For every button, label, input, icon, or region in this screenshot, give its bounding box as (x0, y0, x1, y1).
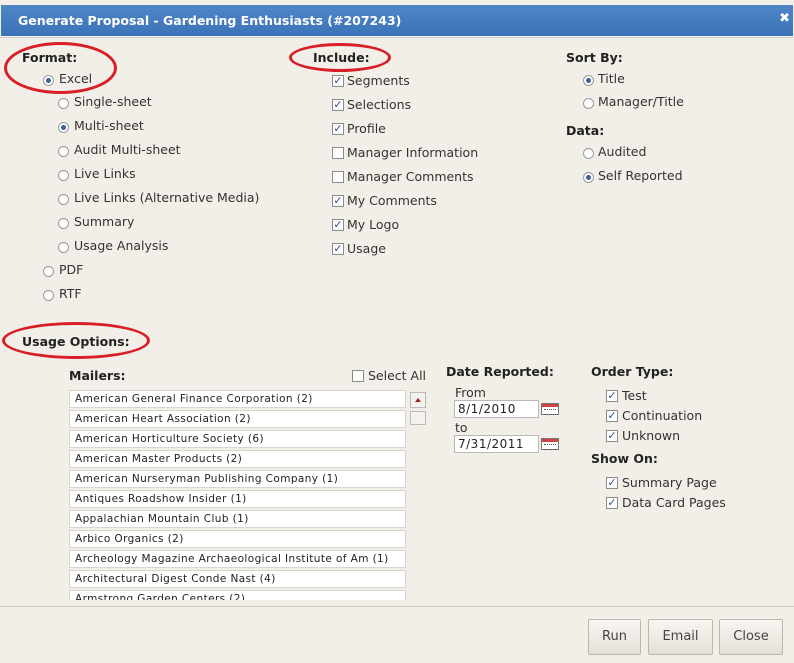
include-my-comments-label: My Comments (347, 193, 437, 208)
list-item[interactable]: Archeology Magazine Archaeological Insti… (69, 550, 406, 568)
select-all-checkbox[interactable] (352, 370, 364, 382)
excel-usage-analysis-radio[interactable] (58, 242, 69, 253)
order-type-heading: Order Type: (591, 364, 674, 379)
list-item[interactable]: American Heart Association (2) (69, 410, 406, 428)
list-item[interactable]: Appalachian Mountain Club (1) (69, 510, 406, 528)
data-audited-label: Audited (598, 144, 647, 159)
dialog-title: Generate Proposal - Gardening Enthusiast… (18, 13, 402, 28)
include-manager-information-label: Manager Information (347, 145, 479, 160)
list-item[interactable]: American Horticulture Society (6) (69, 430, 406, 448)
include-profile-label: Profile (347, 121, 386, 136)
close-button[interactable]: Close (719, 619, 783, 655)
order-test-checkbox[interactable]: ✓ (606, 390, 618, 402)
select-all-label: Select All (368, 368, 427, 383)
show-data-card-pages-checkbox[interactable]: ✓ (606, 497, 618, 509)
list-item[interactable]: Arbico Organics (2) (69, 530, 406, 548)
include-my-comments-checkbox[interactable]: ✓ (332, 195, 344, 207)
excel-usage-analysis-label: Usage Analysis (74, 238, 169, 253)
date-from-input[interactable]: 8/1/2010 (454, 400, 539, 418)
calendar-icon[interactable] (541, 438, 559, 450)
format-pdf-radio[interactable] (43, 266, 54, 277)
scrollbar-thumb[interactable] (410, 411, 426, 425)
data-self-reported-radio[interactable] (583, 172, 594, 183)
excel-live-links-alt-radio[interactable] (58, 194, 69, 205)
show-on-heading: Show On: (591, 451, 658, 466)
titlebar-band: Generate Proposal - Gardening Enthusiast… (1, 5, 793, 36)
date-to-input[interactable]: 7/31/2011 (454, 435, 539, 453)
include-profile-checkbox[interactable]: ✓ (332, 123, 344, 135)
mailers-list[interactable]: American General Finance Corporation (2)… (69, 387, 426, 600)
show-data-card-pages-label: Data Card Pages (622, 495, 726, 510)
date-from-label: From (455, 385, 486, 400)
sort-title-radio[interactable] (583, 75, 594, 86)
format-heading: Format: (22, 50, 78, 65)
email-button[interactable]: Email (648, 619, 713, 655)
date-reported-heading: Date Reported: (446, 364, 554, 379)
scroll-up-button[interactable] (410, 392, 426, 408)
format-pdf-label: PDF (59, 262, 84, 277)
list-item[interactable]: American Nurseryman Publishing Company (… (69, 470, 406, 488)
excel-summary-label: Summary (74, 214, 135, 229)
show-summary-page-checkbox[interactable]: ✓ (606, 477, 618, 489)
excel-multi-sheet-radio[interactable] (58, 122, 69, 133)
list-item[interactable]: Antiques Roadshow Insider (1) (69, 490, 406, 508)
include-my-logo-checkbox[interactable]: ✓ (332, 219, 344, 231)
run-button[interactable]: Run (588, 619, 641, 655)
data-audited-radio[interactable] (583, 148, 594, 159)
list-item[interactable]: Armstrong Garden Centers (2) (69, 590, 406, 600)
data-self-reported-label: Self Reported (598, 168, 683, 183)
format-excel-radio[interactable] (43, 75, 54, 86)
scroll-up-arrow-icon (415, 398, 421, 402)
include-heading: Include: (313, 50, 370, 65)
include-selections-label: Selections (347, 97, 412, 112)
excel-single-sheet-radio[interactable] (58, 98, 69, 109)
data-heading: Data: (566, 123, 605, 138)
include-usage-label: Usage (347, 241, 386, 256)
mailers-heading: Mailers: (69, 368, 126, 383)
excel-live-links-label: Live Links (74, 166, 136, 181)
close-icon[interactable]: ✖ (779, 11, 790, 26)
include-manager-comments-label: Manager Comments (347, 169, 474, 184)
include-manager-information-checkbox[interactable] (332, 147, 344, 159)
calendar-icon[interactable] (541, 403, 559, 415)
list-item[interactable]: Architectural Digest Conde Nast (4) (69, 570, 406, 588)
sort-title-label: Title (598, 71, 625, 86)
order-continuation-label: Continuation (622, 408, 703, 423)
format-rtf-radio[interactable] (43, 290, 54, 301)
sort-by-heading: Sort By: (566, 50, 623, 65)
include-manager-comments-checkbox[interactable] (332, 171, 344, 183)
include-my-logo-label: My Logo (347, 217, 400, 232)
excel-live-links-alt-label: Live Links (Alternative Media) (74, 190, 260, 205)
include-segments-checkbox[interactable]: ✓ (332, 75, 344, 87)
usage-options-heading: Usage Options: (22, 334, 130, 349)
date-to-label: to (455, 420, 468, 435)
excel-live-links-radio[interactable] (58, 170, 69, 181)
show-summary-page-label: Summary Page (622, 475, 717, 490)
order-unknown-checkbox[interactable]: ✓ (606, 430, 618, 442)
order-unknown-label: Unknown (622, 428, 681, 443)
include-segments-label: Segments (347, 73, 410, 88)
excel-audit-multi-sheet-label: Audit Multi-sheet (74, 142, 181, 157)
format-rtf-label: RTF (59, 286, 82, 301)
order-test-label: Test (622, 388, 647, 403)
excel-summary-radio[interactable] (58, 218, 69, 229)
sort-manager-title-radio[interactable] (583, 98, 594, 109)
sort-manager-title-label: Manager/Title (598, 94, 684, 109)
include-usage-checkbox[interactable]: ✓ (332, 243, 344, 255)
order-continuation-checkbox[interactable]: ✓ (606, 410, 618, 422)
list-item[interactable]: American General Finance Corporation (2) (69, 390, 406, 408)
excel-single-sheet-label: Single-sheet (74, 94, 152, 109)
excel-multi-sheet-label: Multi-sheet (74, 118, 144, 133)
list-item[interactable]: American Master Products (2) (69, 450, 406, 468)
dialog-titlebar: Generate Proposal - Gardening Enthusiast… (0, 0, 794, 38)
excel-audit-multi-sheet-radio[interactable] (58, 146, 69, 157)
format-excel-label: Excel (59, 71, 93, 86)
include-selections-checkbox[interactable]: ✓ (332, 99, 344, 111)
